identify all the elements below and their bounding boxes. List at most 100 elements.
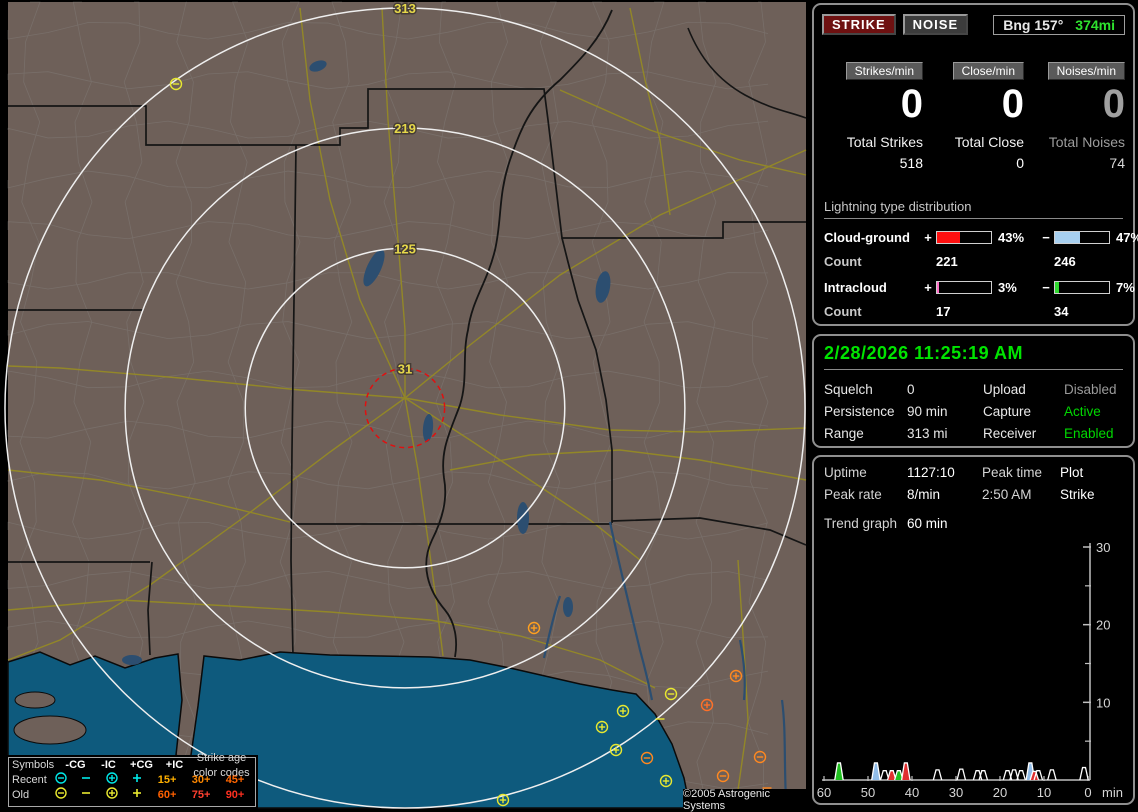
ic-negative-count: 34 <box>1054 304 1069 319</box>
strikes-rate-value: 0 <box>900 82 923 126</box>
cg-positive-bar <box>936 231 992 244</box>
status-value: 313 mi <box>907 426 948 441</box>
-CG-symbol-icon <box>55 772 67 784</box>
info-grid: Uptime 1127:10 Peak time Plot Peak rate 8/min… <box>824 465 1133 502</box>
stats-panel: STRIKE NOISE Bng 157° 374mi Strikes/min … <box>812 3 1138 326</box>
info-value2: Plot <box>1060 465 1084 480</box>
legend-symbol-cell <box>48 786 73 805</box>
datetime-display: 2/28/2026 11:25:19 AM <box>824 343 1123 370</box>
info-label: Uptime <box>824 465 867 480</box>
strike-age-code: 15+ <box>157 774 177 786</box>
-IC-symbol-icon <box>82 792 91 794</box>
trend-spike <box>956 768 967 781</box>
lightning-map[interactable]: 313 219 125 31 Symbols -CG -IC +CG +IC Stri… <box>0 0 810 812</box>
strike-age-code: 45+ <box>225 774 245 786</box>
intracloud-label: Intracloud <box>824 280 887 295</box>
status-label2: Capture <box>983 404 1032 419</box>
ic-positive-bar <box>936 281 992 294</box>
info-value2: Strike <box>1060 487 1095 502</box>
intracloud-row: Intracloud + 3% − 7% <box>824 280 1135 295</box>
trend-x-tick: 50 <box>861 785 875 800</box>
ic-positive-count: 17 <box>936 304 951 319</box>
strike-mode-button[interactable]: STRIKE <box>822 14 896 35</box>
status-value: 0 <box>907 382 915 397</box>
+IC-symbol-icon <box>133 789 142 797</box>
ic-negative-pct: 7% <box>1116 280 1135 295</box>
cloud-ground-row: Cloud-ground + 43% − 47% <box>824 230 1138 245</box>
+CG-symbol-icon <box>106 772 118 784</box>
strike-age-code: 75+ <box>191 789 211 801</box>
noise-mode-button[interactable]: NOISE <box>902 14 969 35</box>
delta-land <box>13 715 87 745</box>
intracloud-count-row: Count 17 34 <box>824 304 1123 319</box>
bearing-display: Bng 157° 374mi <box>993 14 1125 35</box>
lake <box>563 597 573 617</box>
-CG-symbol-icon <box>55 787 67 799</box>
total-noises-label: Total Noises <box>1048 134 1125 150</box>
strike-age-code: 60+ <box>157 789 177 801</box>
ic-positive-pct: 3% <box>998 280 1017 295</box>
status-grid: Squelch 0 Upload Disabled Persistence 90 min C… <box>824 382 1133 441</box>
map-legend: Symbols -CG -IC +CG +IC Strike age color… <box>8 752 256 807</box>
trend-x-tick: 40 <box>905 785 919 800</box>
status-value2: Disabled <box>1064 382 1117 397</box>
cg-negative-count: 246 <box>1054 254 1076 269</box>
trend-y-tick: 20 <box>1096 618 1110 633</box>
status-value: 90 min <box>907 404 948 419</box>
map-canvas: 313 219 125 31 <box>4 0 807 809</box>
bearing-distance: 374mi <box>1075 16 1115 33</box>
status-value2: Active <box>1064 404 1101 419</box>
legend-old-row: Old 60+ 75+ 90+ <box>9 786 255 805</box>
cg-negative-pct: 47% <box>1116 230 1138 245</box>
total-noises-value: 74 <box>1109 155 1125 171</box>
legend-row-label: Recent <box>12 774 47 786</box>
legend-col-pos-ic: +IC <box>165 759 184 771</box>
noises-rate-value: 0 <box>1102 82 1125 126</box>
trend-spike <box>978 770 989 781</box>
range-ring-label: 31 <box>398 361 412 376</box>
range-ring-label: 219 <box>394 121 416 136</box>
total-strikes-label: Total Strikes <box>846 134 923 150</box>
legend-symbol-cell <box>125 786 150 805</box>
cg-positive-pct: 43% <box>998 230 1025 245</box>
close-rate-value: 0 <box>1001 82 1024 126</box>
copyright-text: ©2005 Astrogenic Systems <box>683 788 810 812</box>
status-label: Persistence <box>824 404 895 419</box>
strike-age-code: 90+ <box>225 789 245 801</box>
delta-land <box>14 691 56 709</box>
close-counter: Close/min 0 Total Close 0 <box>923 62 1024 171</box>
info-label: Peak rate <box>824 487 882 502</box>
noises-per-min-chip: Noises/min <box>1047 62 1125 80</box>
ic-negative-bar <box>1054 281 1110 294</box>
info-value: 1127:10 <box>907 465 955 480</box>
rate-counters: Strikes/min 0 Total Strikes 518 Close/mi… <box>822 62 1125 171</box>
plus-sign: + <box>924 280 932 295</box>
cloud-ground-label: Cloud-ground <box>824 230 910 245</box>
minus-sign: − <box>1042 280 1050 295</box>
trend-x-tick: 0 <box>1084 785 1091 800</box>
cg-negative-bar <box>1054 231 1110 244</box>
trend-x-tick: 60 <box>817 785 831 800</box>
trend-graph: 10 20 30 60 50 40 30 20 10 0 min <box>817 540 1123 800</box>
trend-x-tick: 10 <box>1037 785 1051 800</box>
noises-counter: Noises/min 0 Total Noises 74 <box>1024 62 1125 171</box>
status-label2: Receiver <box>983 426 1037 441</box>
strikes-per-min-chip: Strikes/min <box>845 62 923 80</box>
bearing-value: Bng 157° <box>1003 16 1064 33</box>
lake <box>122 655 142 665</box>
trend-y-tick: 30 <box>1096 540 1110 555</box>
range-ring-label: 125 <box>394 241 416 256</box>
trend-spike <box>932 769 943 781</box>
range-ring-label: 313 <box>394 1 416 16</box>
legend-symbol-cell <box>74 786 99 805</box>
cg-count-label: Count <box>824 254 862 269</box>
total-close-label: Total Close <box>954 134 1024 150</box>
cloud-ground-count-row: Count 221 246 <box>824 254 1123 269</box>
legend-row-label: Old <box>12 789 30 801</box>
total-strikes-value: 518 <box>899 155 923 171</box>
trend-x-tick: 20 <box>993 785 1007 800</box>
trend-y-tick: 10 <box>1096 695 1110 710</box>
+CG-symbol-icon <box>106 787 118 799</box>
info-label2: 2:50 AM <box>982 487 1032 502</box>
minus-sign: − <box>1042 230 1050 245</box>
